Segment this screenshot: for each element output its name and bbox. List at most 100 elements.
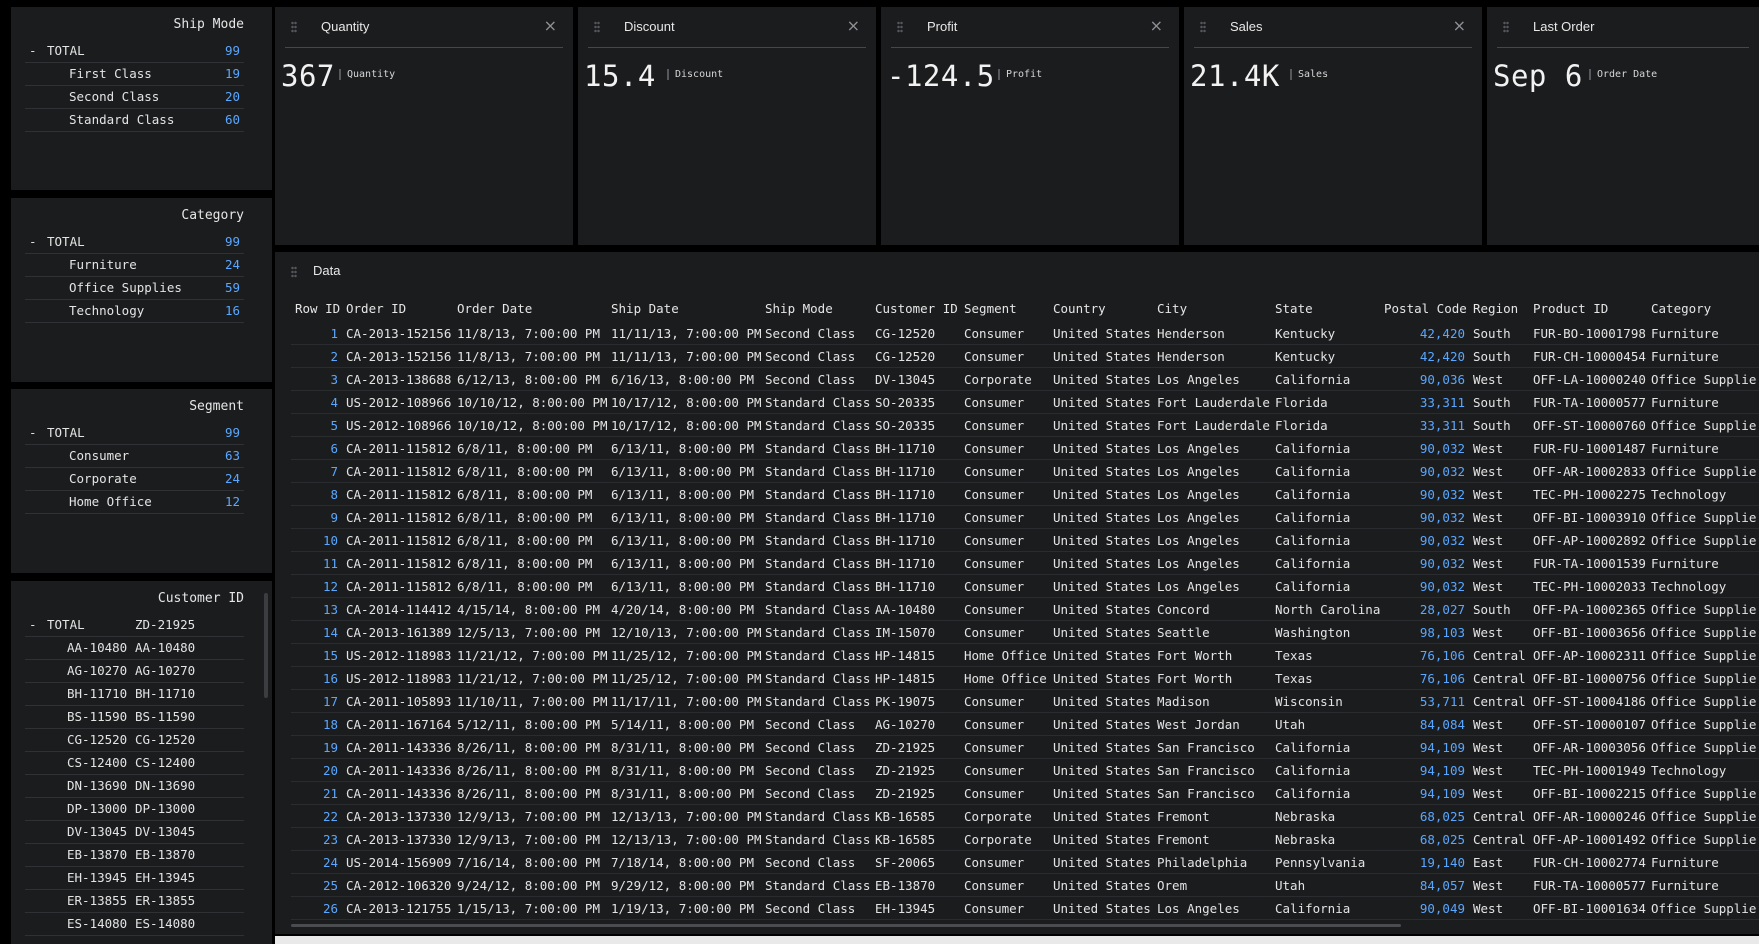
table-row[interactable]: 13 CA-2014-114412 4/15/14, 8:00:00 PM 4/20/…	[291, 597, 1759, 621]
table-cell: South	[1469, 413, 1529, 437]
column-header[interactable]: Order ID	[342, 294, 453, 322]
table-cell: Second Class	[761, 367, 871, 391]
filter-row[interactable]: AA-10480 AA-10480	[25, 636, 244, 660]
filter-row-label: Technology	[69, 303, 145, 318]
table-row[interactable]: 25 CA-2012-106320 9/24/12, 8:00:00 PM 9/29/…	[291, 873, 1759, 897]
bottom-scrollbar-track[interactable]	[275, 936, 1759, 944]
table-row[interactable]: 18 CA-2011-167164 5/12/11, 8:00:00 PM 5/14/…	[291, 712, 1759, 736]
table-row[interactable]: 17 CA-2011-105893 11/10/11, 7:00:00 PM 11/1…	[291, 689, 1759, 713]
table-row[interactable]: 2 CA-2013-152156 11/8/13, 7:00:00 PM 11/11/…	[291, 344, 1759, 368]
column-header[interactable]: City	[1153, 294, 1271, 322]
filter-row-total[interactable]: - TOTAL 99	[25, 230, 244, 254]
table-row[interactable]: 9 CA-2011-115812 6/8/11, 8:00:00 PM 6/13/11…	[291, 505, 1759, 529]
table-row[interactable]: 20 CA-2011-143336 8/26/11, 8:00:00 PM 8/31/…	[291, 758, 1759, 782]
column-header[interactable]: Category	[1647, 294, 1759, 322]
table-row[interactable]: 11 CA-2011-115812 6/8/11, 8:00:00 PM 6/13/1…	[291, 551, 1759, 575]
table-cell: 8/31/11, 8:00:00 PM	[607, 781, 761, 805]
drag-handle-icon[interactable]	[1503, 21, 1509, 33]
table-row[interactable]: 23 CA-2013-137330 12/9/13, 7:00:00 PM 12/13…	[291, 827, 1759, 851]
filter-row[interactable]: BS-11590 BS-11590	[25, 705, 244, 729]
table-row[interactable]: 5 US-2012-108966 10/10/12, 8:00:00 PM 10/17…	[291, 413, 1759, 437]
table-row[interactable]: 19 CA-2011-143336 8/26/11, 8:00:00 PM 8/31/…	[291, 735, 1759, 759]
drag-handle-icon[interactable]	[291, 21, 297, 33]
close-icon[interactable]: ×	[1150, 16, 1163, 35]
column-header[interactable]: Product ID	[1529, 294, 1647, 322]
drag-handle-icon[interactable]	[291, 266, 297, 278]
table-cell: California	[1271, 896, 1380, 920]
table-row[interactable]: 26 CA-2013-121755 1/15/13, 7:00:00 PM 1/19/…	[291, 896, 1759, 920]
column-header[interactable]: Postal Code	[1380, 294, 1469, 322]
column-header[interactable]: Segment	[960, 294, 1049, 322]
table-row[interactable]: 4 US-2012-108966 10/10/12, 8:00:00 PM 10/17…	[291, 390, 1759, 414]
close-icon[interactable]: ×	[1453, 16, 1466, 35]
filter-row[interactable]: Corporate 24	[25, 467, 244, 491]
table-cell: Standard Class	[761, 459, 871, 483]
table-cell: OFF-BI-10003910	[1529, 505, 1647, 529]
table-row[interactable]: 15 US-2012-118983 11/21/12, 7:00:00 PM 11/2…	[291, 643, 1759, 667]
drag-handle-icon[interactable]	[1200, 21, 1206, 33]
filter-row[interactable]: First Class 19	[25, 62, 244, 86]
table-cell: Standard Class	[761, 551, 871, 575]
filter-row[interactable]: EB-13870 EB-13870	[25, 843, 244, 867]
table-row[interactable]: 21 CA-2011-143336 8/26/11, 8:00:00 PM 8/31/…	[291, 781, 1759, 805]
filter-row[interactable]: ES-14080 ES-14080	[25, 912, 244, 936]
filter-row[interactable]: Furniture 24	[25, 253, 244, 277]
collapse-toggle-icon[interactable]: -	[29, 43, 41, 58]
column-header[interactable]: Row ID	[291, 294, 342, 322]
filter-row[interactable]: EH-13945 EH-13945	[25, 866, 244, 890]
table-cell: West	[1469, 896, 1529, 920]
filter-row-total[interactable]: - TOTAL 99	[25, 39, 244, 63]
filter-row[interactable]: Second Class 20	[25, 85, 244, 109]
table-row[interactable]: 22 CA-2013-137330 12/9/13, 7:00:00 PM 12/13…	[291, 804, 1759, 828]
customer-list-scrollbar[interactable]	[264, 593, 268, 698]
filter-row[interactable]: AG-10270 AG-10270	[25, 659, 244, 683]
table-cell: US-2012-118983	[342, 643, 453, 667]
table-row[interactable]: 24 US-2014-156909 7/16/14, 8:00:00 PM 7/18/…	[291, 850, 1759, 874]
table-row[interactable]: 6 CA-2011-115812 6/8/11, 8:00:00 PM 6/13/11…	[291, 436, 1759, 460]
filter-row[interactable]: CS-12400 CS-12400	[25, 751, 244, 775]
collapse-toggle-icon[interactable]: -	[29, 234, 41, 249]
table-row[interactable]: 16 US-2012-118983 11/21/12, 7:00:00 PM 11/2…	[291, 666, 1759, 690]
table-cell: Utah	[1271, 712, 1380, 736]
close-icon[interactable]: ×	[847, 16, 860, 35]
kpi-unit-label: Profit	[998, 69, 1042, 80]
table-cell: 21	[291, 781, 342, 805]
drag-handle-icon[interactable]	[897, 21, 903, 33]
filter-row-total[interactable]: - TOTAL ZD-21925	[25, 613, 244, 637]
column-header[interactable]: Region	[1469, 294, 1529, 322]
table-row[interactable]: 1 CA-2013-152156 11/8/13, 7:00:00 PM 11/11/…	[291, 322, 1759, 345]
filter-row-total[interactable]: - TOTAL 99	[25, 421, 244, 445]
table-row[interactable]: 8 CA-2011-115812 6/8/11, 8:00:00 PM 6/13/11…	[291, 482, 1759, 506]
filter-row[interactable]: BH-11710 BH-11710	[25, 682, 244, 706]
table-row[interactable]: 12 CA-2011-115812 6/8/11, 8:00:00 PM 6/13/1…	[291, 574, 1759, 598]
filter-row[interactable]: Technology 16	[25, 299, 244, 323]
table-row[interactable]: 7 CA-2011-115812 6/8/11, 8:00:00 PM 6/13/11…	[291, 459, 1759, 483]
filter-row-value: CS-12400	[135, 755, 196, 770]
column-header[interactable]: State	[1271, 294, 1380, 322]
column-header[interactable]: Order Date	[453, 294, 607, 322]
table-row[interactable]: 14 CA-2013-161389 12/5/13, 7:00:00 PM 12/10…	[291, 620, 1759, 644]
column-header[interactable]: Ship Mode	[761, 294, 871, 322]
table-cell: CA-2013-161389	[342, 620, 453, 644]
column-header[interactable]: Customer ID	[871, 294, 960, 322]
filter-row[interactable]: DV-13045 DV-13045	[25, 820, 244, 844]
collapse-toggle-icon[interactable]: -	[29, 425, 41, 440]
drag-handle-icon[interactable]	[594, 21, 600, 33]
filter-row[interactable]: Home Office 12	[25, 490, 244, 514]
table-row[interactable]: 3 CA-2013-138688 6/12/13, 8:00:00 PM 6/16/1…	[291, 367, 1759, 391]
filter-row[interactable]: DP-13000 DP-13000	[25, 797, 244, 821]
filter-row[interactable]: Consumer 63	[25, 444, 244, 468]
filter-row[interactable]: CG-12520 CG-12520	[25, 728, 244, 752]
filter-row[interactable]: ER-13855 ER-13855	[25, 889, 244, 913]
table-row[interactable]: 10 CA-2011-115812 6/8/11, 8:00:00 PM 6/13/1…	[291, 528, 1759, 552]
table-horizontal-scrollbar[interactable]	[291, 924, 1401, 927]
filter-row[interactable]: DN-13690 DN-13690	[25, 774, 244, 798]
collapse-toggle-icon[interactable]: -	[29, 617, 41, 632]
close-icon[interactable]: ×	[544, 16, 557, 35]
column-header[interactable]: Country	[1049, 294, 1153, 322]
column-header[interactable]: Ship Date	[607, 294, 761, 322]
filter-row[interactable]: Standard Class 60	[25, 108, 244, 132]
table-cell: OFF-AR-10002833	[1529, 459, 1647, 483]
filter-row[interactable]: Office Supplies 59	[25, 276, 244, 300]
table-cell: Corporate	[960, 367, 1049, 391]
